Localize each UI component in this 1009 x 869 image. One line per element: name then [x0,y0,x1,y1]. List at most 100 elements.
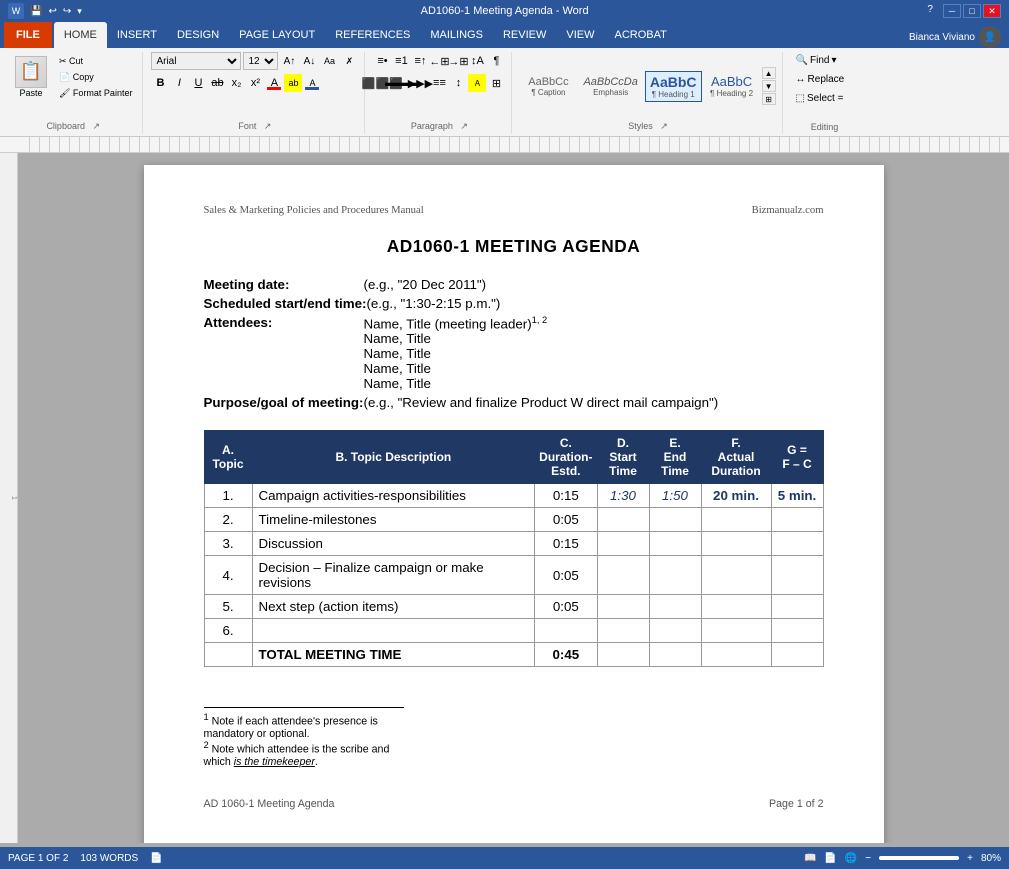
paste-label: Paste [19,88,42,98]
maximize-btn[interactable]: □ [963,4,981,18]
quick-access-redo[interactable]: ↪ [63,6,71,17]
superscript-btn[interactable]: x² [246,74,264,92]
numbering-btn[interactable]: ≡1 [392,52,410,70]
find-btn[interactable]: 🔍 Find ▾ [791,52,842,69]
cell-3-a: 3. [204,532,252,556]
cell-5-a: 5. [204,595,252,619]
doc-title: AD1060-1 MEETING AGENDA [204,236,824,257]
tab-view[interactable]: VIEW [556,22,604,48]
cell-4-a: 4. [204,556,252,595]
clipboard-small-btns: ✂ Cut 📄 Copy 🖌 Format Painter [55,54,136,101]
tab-mailings[interactable]: MAILINGS [420,22,493,48]
styles-down-btn[interactable]: ▼ [762,80,776,92]
style-emphasis[interactable]: AaBbCcDa Emphasis [578,73,642,100]
strikethrough-btn[interactable]: ab [208,74,226,92]
agenda-table: A.Topic B. Topic Description C.Duration-… [204,430,824,667]
view-layout-btn[interactable]: 📄 [824,853,836,864]
tab-acrobat[interactable]: ACROBAT [604,22,676,48]
styles-up-btn[interactable]: ▲ [762,67,776,79]
cell-4-c: 0:05 [535,556,597,595]
copy-button[interactable]: 📄 Copy [55,70,136,85]
proofing-icon[interactable]: 📄 [150,853,162,864]
zoom-out-btn[interactable]: − [865,853,871,864]
style-caption[interactable]: AaBbCc ¶ Caption [520,73,576,100]
paste-button[interactable]: 📋 Paste [10,53,52,101]
cell-6-a: 6. [204,619,252,643]
info-date-row: Meeting date: (e.g., "20 Dec 2011") [204,277,824,292]
tab-file[interactable]: FILE [4,22,52,48]
text-color-btn[interactable]: A [265,74,283,92]
bold-btn[interactable]: B [151,74,169,92]
zoom-slider[interactable] [879,856,959,860]
table-row: 5. Next step (action items) 0:05 [204,595,823,619]
shrink-font-btn[interactable]: A↓ [300,52,318,70]
increase-indent-btn[interactable]: →⊞ [449,52,467,70]
select-btn[interactable]: ⬚ Select = [791,90,849,107]
cut-button[interactable]: ✂ Cut [55,54,136,69]
minimize-btn[interactable]: ─ [943,4,961,18]
justify-btn[interactable]: ≡≡ [430,74,448,92]
group-styles: AaBbCc ¶ Caption AaBbCcDa Emphasis AaBbC… [514,52,782,134]
tab-home[interactable]: HOME [54,22,107,48]
underline-btn[interactable]: U [189,74,207,92]
font-family-select[interactable]: Arial [151,52,241,70]
zoom-in-btn[interactable]: + [967,853,973,864]
close-btn[interactable]: ✕ [983,4,1001,18]
group-editing: 🔍 Find ▾ ↔ Replace ⬚ Select = Editing [785,52,865,134]
tab-review[interactable]: REVIEW [493,22,556,48]
bullets-btn[interactable]: ≡• [373,52,391,70]
sort-btn[interactable]: ↕A [468,52,486,70]
paste-icon: 📋 [15,56,47,88]
ribbon-tab-bar: FILE HOME INSERT DESIGN PAGE LAYOUT REFE… [0,22,1009,48]
table-row: 4. Decision – Finalize campaign or make … [204,556,823,595]
window-title: AD1060-1 Meeting Agenda - Word [421,5,589,17]
font-size-select[interactable]: 12 [243,52,278,70]
style-emphasis-label: Emphasis [593,88,628,97]
cell-3-b: Discussion [252,532,535,556]
style-heading2[interactable]: AaBbC ¶ Heading 2 [704,71,760,101]
borders-btn[interactable]: ⊞ [487,74,505,92]
cell-6-e [649,619,701,643]
show-marks-btn[interactable]: ¶ [487,52,505,70]
tab-insert[interactable]: INSERT [107,22,167,48]
style-heading1[interactable]: AaBbC ¶ Heading 1 [645,71,702,102]
format-painter-button[interactable]: 🖌 Format Painter [55,86,136,101]
line-spacing-btn[interactable]: ↕ [449,74,467,92]
zoom-level: 80% [981,853,1001,864]
customize-arrow[interactable]: ▾ [77,6,82,17]
italic-btn[interactable]: I [170,74,188,92]
group-clipboard: 📋 Paste ✂ Cut 📄 Copy 🖌 Format Painter Cl… [4,52,143,134]
info-scheduled-row: Scheduled start/end time: (e.g., "1:30-2… [204,296,824,311]
view-web-btn[interactable]: 🌐 [845,853,857,864]
view-read-btn[interactable]: 📖 [804,853,816,864]
clear-format-btn[interactable]: ✗ [340,52,358,70]
tab-page-layout[interactable]: PAGE LAYOUT [229,22,325,48]
style-heading1-preview: AaBbC [650,74,697,90]
replace-btn[interactable]: ↔ Replace [791,71,850,88]
help-btn[interactable]: ? [927,4,933,18]
clipboard-label: Clipboard ↗ [4,121,142,132]
title-bar: W 💾 ↩ ↪ ▾ AD1060-1 Meeting Agenda - Word… [0,0,1009,22]
attendee-0: Name, Title (meeting leader)1, 2 [364,315,548,331]
footer-right: Page 1 of 2 [769,798,824,810]
info-purpose-row: Purpose/goal of meeting: (e.g., "Review … [204,395,824,410]
style-caption-preview: AaBbCc [528,76,568,88]
multilevel-btn[interactable]: ≡↑ [411,52,429,70]
quick-access-save[interactable]: 💾 [30,6,42,17]
style-caption-label: ¶ Caption [531,88,565,97]
shading-btn[interactable]: A [468,74,486,92]
window-controls: ? ─ □ ✕ [927,4,1001,18]
font-color-btn[interactable]: A [303,74,321,92]
grow-font-btn[interactable]: A↑ [280,52,298,70]
doc-area: 1234567 Sales & Marketing Policies and P… [0,153,1009,843]
styles-more-btn[interactable]: ⊞ [762,93,776,105]
tab-references[interactable]: REFERENCES [325,22,420,48]
tab-design[interactable]: DESIGN [167,22,229,48]
highlight-btn[interactable]: ab [284,74,302,92]
change-case-btn[interactable]: Aa [320,52,338,70]
decrease-indent-btn[interactable]: ←⊞ [430,52,448,70]
subscript-btn[interactable]: x₂ [227,74,245,92]
align-right-btn[interactable]: ▶▶▶ [411,74,429,92]
title-bar-left: W 💾 ↩ ↪ ▾ [8,3,82,19]
quick-access-undo[interactable]: ↩ [48,6,56,17]
